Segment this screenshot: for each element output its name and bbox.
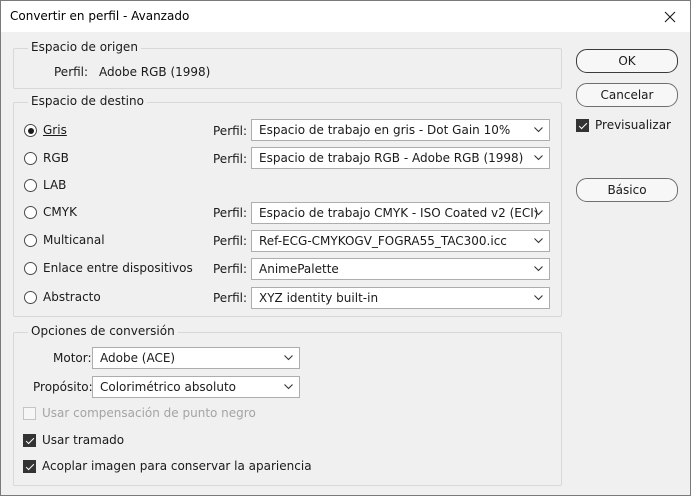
device-link-profile-label: Perfil: [213, 262, 248, 276]
radio-lab-button[interactable] [24, 179, 37, 192]
chevron-down-icon [534, 238, 543, 244]
ok-button[interactable]: OK [576, 49, 678, 73]
preview-checkbox[interactable] [576, 119, 589, 132]
close-icon [664, 11, 676, 22]
abstracto-profile-select[interactable]: XYZ identity built-in [251, 287, 550, 309]
destination-space-legend: Espacio de destino [28, 94, 147, 108]
chevron-down-icon [534, 127, 543, 133]
conversion-options-legend: Opciones de conversión [28, 324, 178, 338]
abstracto-profile-value: XYZ identity built-in [259, 291, 379, 305]
radio-cmyk-button[interactable] [24, 206, 37, 219]
chevron-down-icon [284, 355, 293, 361]
radio-rgb-button[interactable] [24, 152, 37, 165]
radio-device-link-button[interactable] [24, 262, 37, 275]
multicanal-profile-value: Ref-ECG-CMYKOGV_FOGRA55_TAC300.icc [259, 234, 507, 248]
radio-gris-label: Gris [43, 123, 67, 137]
dither-label: Usar tramado [42, 433, 125, 447]
flatten-label: Acoplar imagen para conservar la aparien… [42, 459, 312, 473]
radio-device-link[interactable]: Enlace entre dispositivos [24, 261, 204, 279]
radio-device-link-label: Enlace entre dispositivos [43, 261, 193, 275]
chevron-down-icon [284, 384, 293, 390]
chevron-down-icon [534, 155, 543, 161]
chevron-down-icon [534, 210, 543, 216]
radio-lab[interactable]: LAB [24, 178, 194, 196]
radio-cmyk-label: CMYK [43, 205, 77, 219]
engine-value: Adobe (ACE) [100, 351, 176, 365]
rgb-profile-select[interactable]: Espacio de trabajo RGB - Adobe RGB (1998… [251, 147, 550, 169]
preview-label: Previsualizar [595, 118, 671, 132]
source-profile-value: Adobe RGB (1998) [99, 65, 211, 79]
radio-rgb-label: RGB [43, 151, 69, 165]
black-point-checkbox[interactable] [23, 407, 36, 420]
flatten-option[interactable]: Acoplar imagen para conservar la aparien… [23, 459, 313, 477]
gris-profile-select[interactable]: Espacio de trabajo en gris - Dot Gain 10… [251, 119, 550, 141]
black-point-option[interactable]: Usar compensación de punto negro [23, 406, 256, 424]
conversion-options-group: Opciones de conversión Motor: Adobe (ACE… [13, 324, 562, 486]
radio-gris-button[interactable] [24, 124, 37, 137]
radio-multicanal-label: Multicanal [43, 233, 105, 247]
basic-button[interactable]: Básico [576, 178, 678, 202]
black-point-label: Usar compensación de punto negro [42, 406, 256, 420]
intent-value: Colorimétrico absoluto [100, 380, 237, 394]
intent-select[interactable]: Colorimétrico absoluto [92, 376, 300, 398]
radio-gris[interactable]: Gris [24, 123, 194, 141]
gris-profile-label: Perfil: [213, 124, 248, 138]
preview-option[interactable]: Previsualizar [576, 118, 686, 136]
cmyk-profile-select[interactable]: Espacio de trabajo CMYK - ISO Coated v2 … [251, 202, 550, 224]
gris-profile-value: Espacio de trabajo en gris - Dot Gain 10… [259, 123, 511, 137]
chevron-down-icon [534, 266, 543, 272]
dither-option[interactable]: Usar tramado [23, 433, 143, 451]
rgb-profile-label: Perfil: [213, 152, 248, 166]
chevron-down-icon [534, 295, 543, 301]
destination-space-group: Espacio de destino Gris Perfil: Espacio … [13, 94, 562, 317]
device-link-profile-select[interactable]: AnimePalette [251, 258, 550, 280]
multicanal-profile-select[interactable]: Ref-ECG-CMYKOGV_FOGRA55_TAC300.icc [251, 230, 550, 252]
close-button[interactable] [650, 1, 690, 32]
source-space-legend: Espacio de origen [28, 40, 141, 54]
radio-lab-label: LAB [43, 178, 67, 192]
engine-label: Motor: [53, 351, 92, 365]
radio-abstracto-label: Abstracto [43, 290, 101, 304]
convert-profile-dialog: Convertir en perfil - Avanzado Espacio d… [0, 0, 691, 496]
cmyk-profile-value: Espacio de trabajo CMYK - ISO Coated v2 … [259, 206, 539, 220]
intent-label: Propósito: [33, 380, 93, 394]
flatten-checkbox[interactable] [23, 460, 36, 473]
window-title: Convertir en perfil - Avanzado [10, 9, 190, 23]
source-profile-label: Perfil: [54, 65, 89, 79]
rgb-profile-value: Espacio de trabajo RGB - Adobe RGB (1998… [259, 151, 524, 165]
multicanal-profile-label: Perfil: [213, 234, 248, 248]
engine-select[interactable]: Adobe (ACE) [92, 347, 300, 369]
dither-checkbox[interactable] [23, 434, 36, 447]
radio-cmyk[interactable]: CMYK [24, 205, 194, 223]
radio-abstracto-button[interactable] [24, 291, 37, 304]
radio-abstracto[interactable]: Abstracto [24, 290, 194, 308]
device-link-profile-value: AnimePalette [259, 262, 339, 276]
radio-rgb[interactable]: RGB [24, 151, 194, 169]
cancel-button[interactable]: Cancelar [576, 83, 678, 107]
source-space-group: Espacio de origen Perfil: Adobe RGB (199… [13, 40, 562, 89]
abstracto-profile-label: Perfil: [213, 291, 248, 305]
title-bar: Convertir en perfil - Avanzado [1, 1, 690, 32]
radio-multicanal-button[interactable] [24, 234, 37, 247]
cmyk-profile-label: Perfil: [213, 206, 248, 220]
radio-multicanal[interactable]: Multicanal [24, 233, 194, 251]
